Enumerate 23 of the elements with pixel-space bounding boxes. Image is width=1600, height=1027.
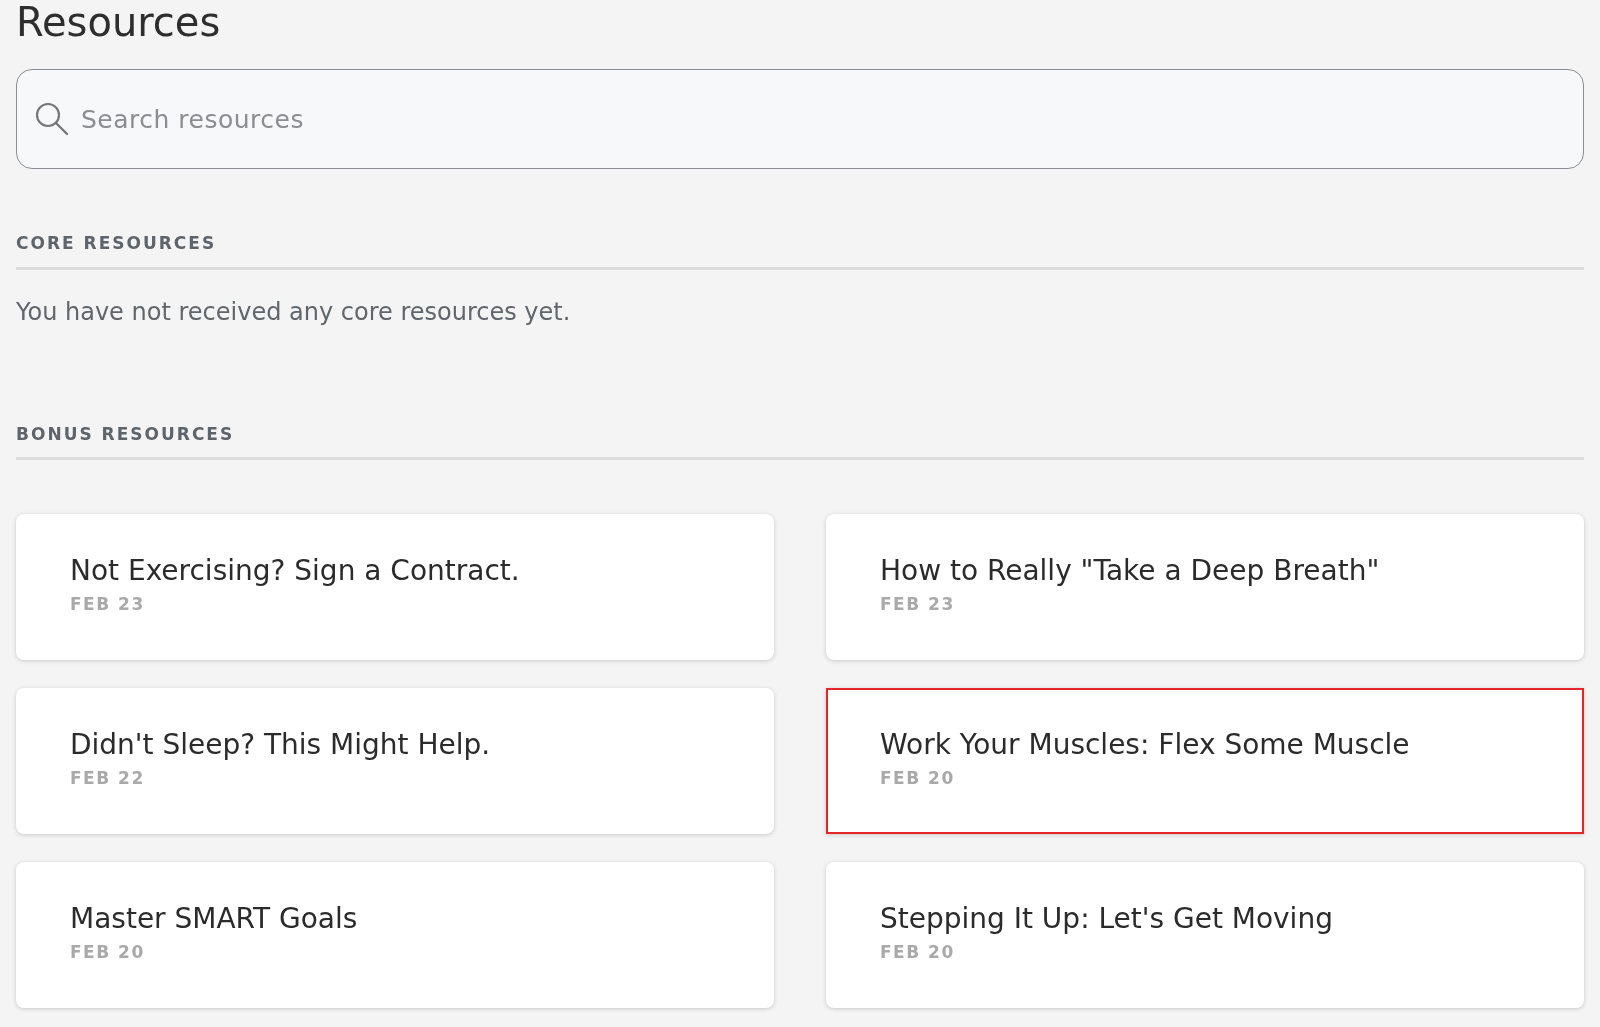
resource-card[interactable]: Stepping It Up: Let's Get Moving FEB 20 [826,862,1584,1008]
resource-date: FEB 23 [70,592,146,616]
resource-date: FEB 20 [70,940,146,964]
resource-card[interactable]: Master SMART Goals FEB 20 [16,862,774,1008]
empty-message: You have not received any core resources yet. [16,296,572,328]
resource-card[interactable]: Didn't Sleep? This Might Help. FEB 22 [16,688,774,834]
search-field[interactable]: Search resources [16,69,1584,169]
resource-title: Didn't Sleep? This Might Help. [70,728,492,762]
resource-title: Work Your Muscles: Flex Some Muscle [880,728,1411,762]
section-heading: BONUS RESOURCES [16,421,1584,460]
resource-title: Master SMART Goals [70,902,359,936]
resource-title: How to Really "Take a Deep Breath" [880,554,1381,588]
resource-date: FEB 22 [70,766,146,790]
section-heading: CORE RESOURCES [16,231,1584,270]
resource-card[interactable]: Work Your Muscles: Flex Some Muscle FEB 20 [826,688,1584,834]
page-title: Resources [16,0,222,42]
resource-title: Not Exercising? Sign a Contract. [70,554,521,588]
resource-date: FEB 20 [880,940,956,964]
resource-card[interactable]: Not Exercising? Sign a Contract. FEB 23 [16,514,774,660]
resource-card[interactable]: How to Really "Take a Deep Breath" FEB 23 [826,514,1584,660]
resource-title: Stepping It Up: Let's Get Moving [880,902,1334,936]
resource-date: FEB 23 [880,592,956,616]
resource-date: FEB 20 [880,766,956,790]
